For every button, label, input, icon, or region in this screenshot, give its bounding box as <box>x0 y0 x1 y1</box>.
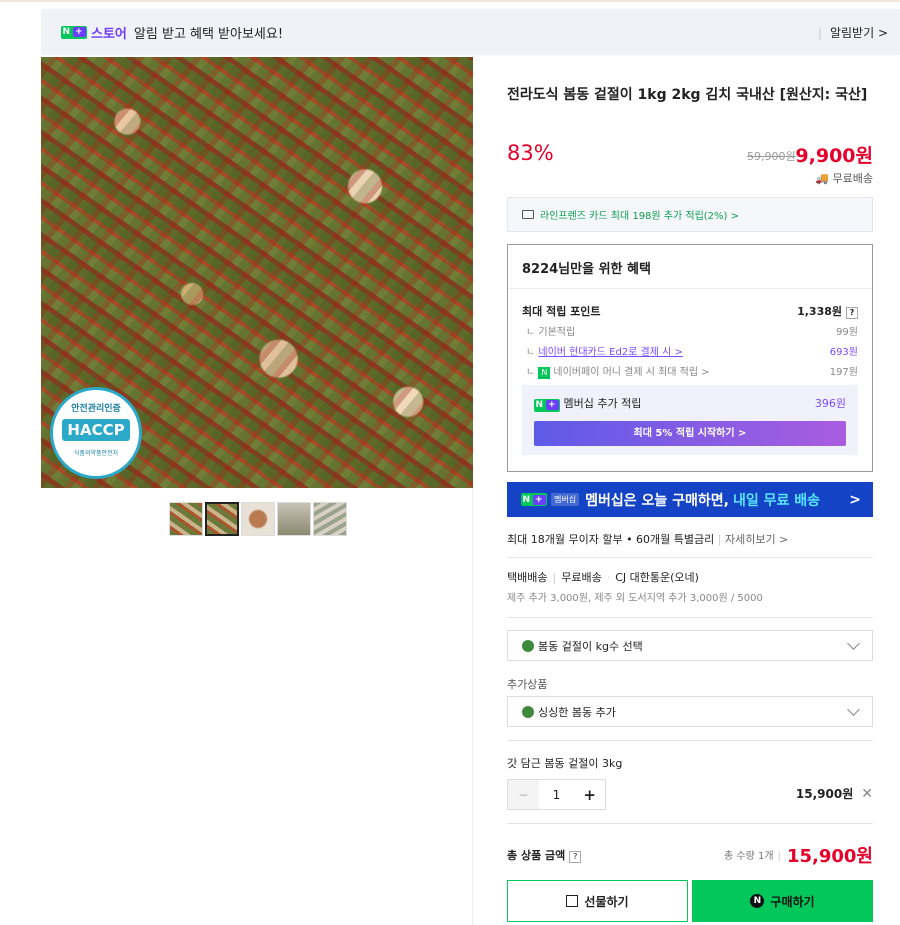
thumbnail[interactable] <box>313 502 347 536</box>
add-product-label: 추가상품 <box>507 678 548 691</box>
divider <box>507 740 873 741</box>
product-main-image[interactable]: 안전관리인증 HACCP 식품의약품안전처 <box>41 57 473 488</box>
benefit-title: 8224님만을 위한 혜택 <box>508 245 872 289</box>
banner-text: 알림 받고 혜택 받아보세요! <box>133 26 284 42</box>
naver-plus-logo: N + <box>534 398 560 412</box>
membership-start-button[interactable]: 최대 5% 적립 시작하기 > <box>534 421 846 446</box>
alarm-banner: N + 스토어 알림 받고 혜택 받아보세요! | 알림받기 > <box>41 9 900 55</box>
quantity-stepper: − 1 + <box>507 779 606 810</box>
chevron-down-icon <box>847 703 860 716</box>
option-select-kg[interactable]: 봄동 겉절이 kg수 선택 <box>507 630 873 661</box>
selected-item-price: 15,900원 ✕ <box>795 786 873 802</box>
naver-plus-logo: N + <box>521 493 547 506</box>
selected-option-name: 갓 담근 봄동 겉절이 3kg <box>507 757 623 770</box>
total-price: 15,900원 <box>786 846 873 867</box>
quantity-increase-button[interactable]: + <box>574 780 605 809</box>
chevron-right-icon: > <box>849 491 861 508</box>
thumbnail[interactable] <box>277 502 311 536</box>
membership-point-row: N + 멤버십 추가 적립 396원 <box>534 397 846 412</box>
top-divider <box>0 0 900 5</box>
pay-point-row[interactable]: ㄴ N 네이버페이 머니 결제 시 최대 적립 > 197원 <box>522 363 858 379</box>
divider <box>507 617 873 618</box>
naver-plus-logo: N + <box>61 25 87 39</box>
total-label: 총 상품 금액? <box>507 847 582 863</box>
sale-price: 9,900원 <box>795 145 873 167</box>
image-column: 안전관리인증 HACCP 식품의약품안전처 <box>41 57 473 925</box>
help-icon[interactable]: ? <box>569 851 582 863</box>
delivery-extra-fee: 제주 추가 3,000원, 제주 외 도서지역 추가 3,000원 / 5000 <box>507 593 763 604</box>
card-point-row[interactable]: ㄴ 네이버 현대카드 Ed2로 결제 시 > 693원 <box>522 343 858 358</box>
basic-point-row: ㄴ 기본적립 99원 <box>526 327 858 338</box>
option-thumb-icon <box>522 705 534 718</box>
membership-banner[interactable]: N + 멤버십 멤버십은 오늘 구매하면, 내일 무료 배송 > <box>507 482 873 517</box>
haccp-badge: 안전관리인증 HACCP 식품의약품안전처 <box>50 387 142 479</box>
option-select-addon[interactable]: 싱싱한 봄동 추가 <box>507 696 873 727</box>
benefit-box: 8224님만을 위한 혜택 최대 적립 포인트 1,338원? ㄴ 기본적립 9… <box>507 244 873 472</box>
total-quantity: 총 수량 1개 | <box>724 851 781 862</box>
thumbnail[interactable] <box>169 502 203 536</box>
quantity-input[interactable]: 1 <box>539 780 575 809</box>
remove-icon[interactable]: ✕ <box>861 786 873 802</box>
original-price: 59,900원 <box>747 150 796 163</box>
product-title: 전라도식 봄동 겉절이 1kg 2kg 김치 국내산 [원산지: 국산] <box>507 87 868 103</box>
shipping-info: 🚚 무료배송 <box>815 172 873 185</box>
max-point-row: 최대 적립 포인트 1,338원? <box>522 303 858 319</box>
thumbnail-strip <box>169 502 347 536</box>
divider <box>507 557 873 558</box>
credit-card-icon <box>522 210 534 219</box>
quantity-decrease-button[interactable]: − <box>508 780 539 809</box>
installment-info: 최대 18개월 무이자 할부 • 60개월 특별금리 | 자세히보기 > <box>507 533 789 546</box>
thumbnail[interactable] <box>241 502 275 536</box>
chevron-down-icon <box>847 637 860 650</box>
thumbnail-selected[interactable] <box>205 502 239 536</box>
membership-box: N + 멤버십 추가 적립 396원 최대 5% 적립 시작하기 > <box>522 385 858 455</box>
store-label: 스토어 <box>91 26 127 42</box>
option-thumb-icon <box>522 639 534 652</box>
naverpay-icon: N <box>538 367 551 379</box>
gift-button[interactable]: 선물하기 <box>507 880 688 922</box>
naver-icon: N <box>750 894 765 908</box>
installment-detail-link[interactable]: 자세히보기 > <box>725 533 788 546</box>
buy-button[interactable]: N 구매하기 <box>692 880 873 922</box>
discount-rate: 83% <box>507 141 554 165</box>
alarm-button[interactable]: | 알림받기 > <box>818 24 888 41</box>
card-benefit-link[interactable]: 라인프렌즈 카드 최대 198원 추가 적립(2%) > <box>507 197 873 232</box>
help-icon[interactable]: ? <box>846 307 858 319</box>
delivery-info: 택배배송 | 무료배송 · CJ 대한통운(오네) <box>507 571 699 584</box>
divider <box>507 823 873 824</box>
gift-icon <box>566 895 579 907</box>
